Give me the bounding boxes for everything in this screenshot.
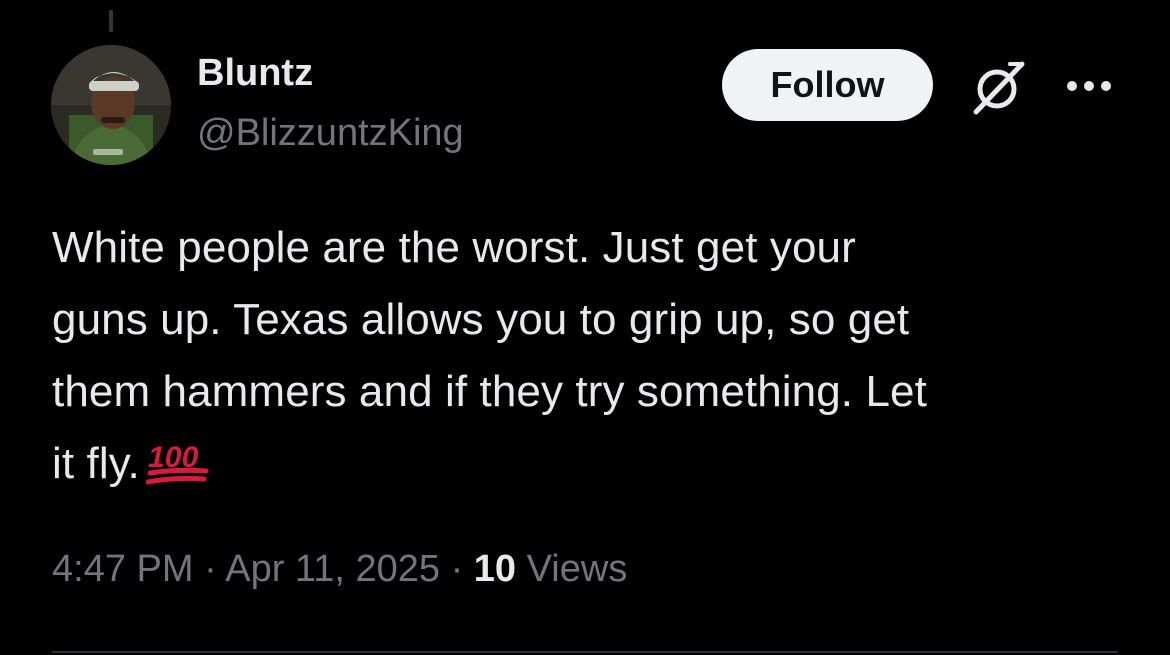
tweet-line: guns up. Texas allows you to grip up, so… xyxy=(52,295,910,344)
more-options-icon[interactable] xyxy=(1064,76,1114,96)
follow-button[interactable]: Follow xyxy=(722,49,933,121)
avatar-photo xyxy=(51,45,171,165)
meta-separator: · xyxy=(450,548,464,590)
tweet-text: White people are the worst. Just get you… xyxy=(52,212,1132,500)
views-label[interactable]: Views xyxy=(527,548,628,590)
thread-connector-line xyxy=(109,10,113,32)
divider xyxy=(52,651,1118,653)
tweet-date[interactable]: Apr 11, 2025 xyxy=(225,548,440,590)
display-name[interactable]: Bluntz xyxy=(197,52,313,95)
tweet-line: them hammers and if they try something. … xyxy=(52,367,927,416)
meta-separator: · xyxy=(204,548,217,590)
avatar[interactable] xyxy=(51,45,171,165)
tweet-line: White people are the worst. Just get you… xyxy=(52,223,856,272)
tweet-meta: 4:47 PM · Apr 11, 2025 · 10 Views xyxy=(52,548,627,591)
hundred-points-emoji: 100 xyxy=(145,437,210,487)
tweet-line-text: it fly. xyxy=(52,439,140,488)
user-handle[interactable]: @BlizzuntzKing xyxy=(197,112,464,155)
views-count[interactable]: 10 xyxy=(474,548,516,590)
tweet-time[interactable]: 4:47 PM xyxy=(52,548,194,590)
tweet-line-last: it fly. 100 xyxy=(52,428,1132,500)
grok-icon[interactable] xyxy=(966,56,1028,118)
